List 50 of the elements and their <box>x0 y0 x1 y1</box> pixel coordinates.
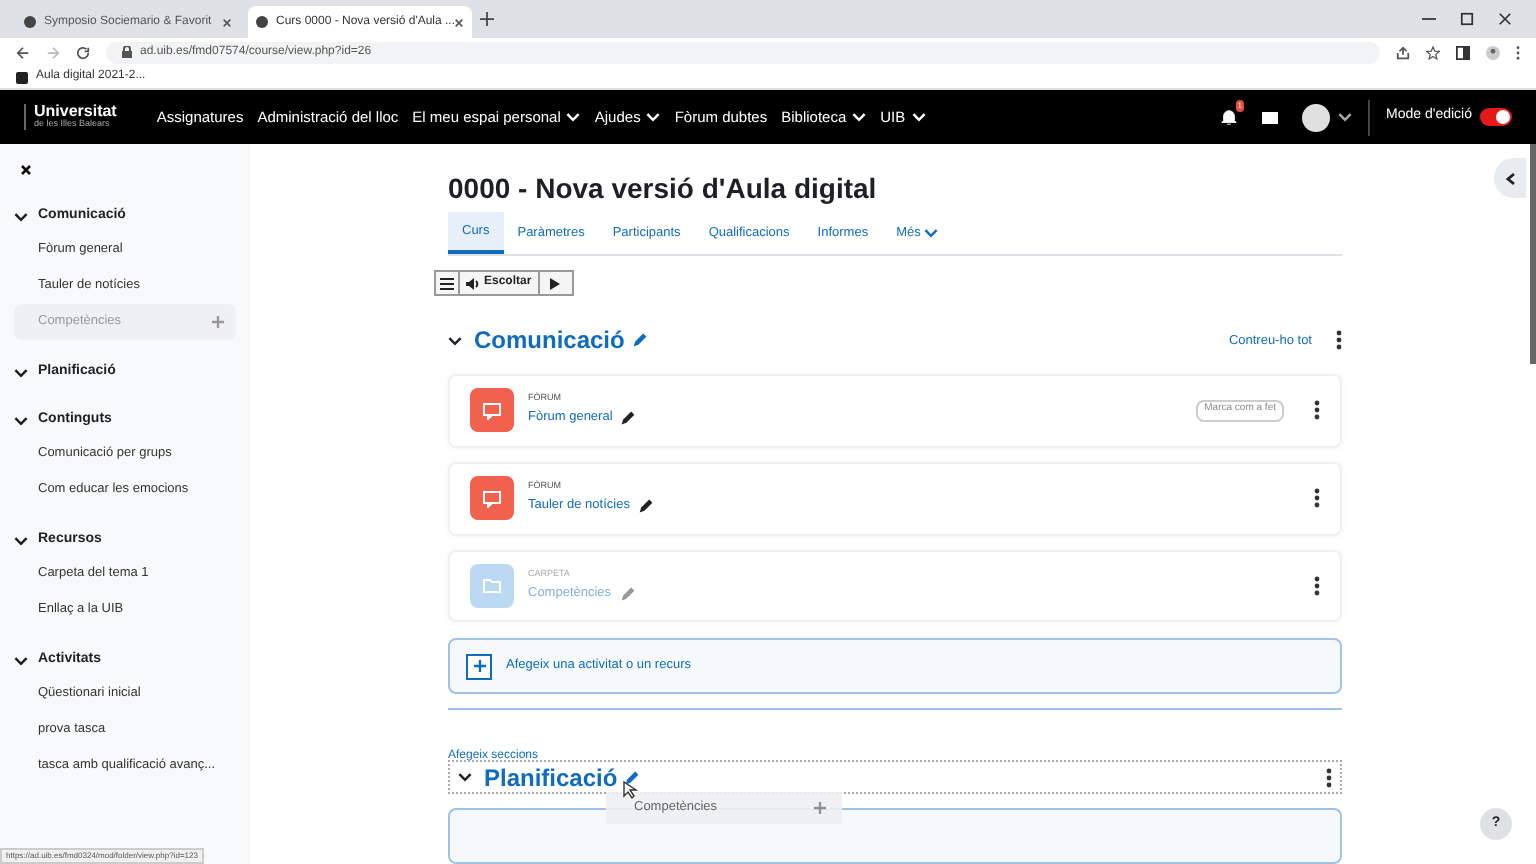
edit-mode-switch[interactable] <box>1480 108 1512 126</box>
caret-icon <box>1338 112 1353 122</box>
folder-icon <box>470 563 514 608</box>
section-toggle[interactable] <box>458 772 472 783</box>
more-icon[interactable] <box>1326 767 1332 788</box>
section-title[interactable]: Planificació <box>484 759 618 796</box>
caret-icon <box>14 367 28 377</box>
minimize-icon[interactable] <box>1422 12 1436 26</box>
drag-cursor-icon <box>622 780 638 801</box>
caret-icon <box>14 535 28 545</box>
caret-icon <box>14 415 28 425</box>
drawer-toggle-button[interactable] <box>1494 158 1526 198</box>
side-panel-icon[interactable] <box>1456 45 1470 59</box>
close-icon[interactable] <box>20 164 32 176</box>
more-icon[interactable] <box>1314 575 1320 596</box>
pencil-icon[interactable] <box>637 497 654 514</box>
bookmark-icon <box>16 71 28 83</box>
avatar[interactable] <box>1302 103 1331 131</box>
plus-icon <box>814 802 826 815</box>
maximize-icon[interactable] <box>1460 12 1474 26</box>
speaker-icon <box>466 277 480 290</box>
share-icon[interactable] <box>1396 45 1410 59</box>
menu-icon[interactable] <box>436 272 460 295</box>
site-icon <box>24 16 36 28</box>
forum-icon <box>470 476 514 521</box>
close-icon[interactable] <box>454 17 464 27</box>
profile-icon[interactable] <box>1486 45 1500 59</box>
caret-icon <box>458 772 472 783</box>
section-title[interactable]: Comunicació <box>474 322 625 359</box>
star-icon[interactable] <box>1426 45 1440 59</box>
more-icon[interactable] <box>1336 330 1342 351</box>
forum-icon <box>470 388 514 433</box>
reload-icon[interactable] <box>76 45 90 59</box>
caret-icon <box>14 211 28 221</box>
lock-icon <box>122 46 132 58</box>
section-toggle[interactable] <box>448 335 462 346</box>
more-icon[interactable] <box>1314 488 1320 509</box>
plus-icon <box>466 653 492 680</box>
caret-icon <box>14 655 28 665</box>
course-title: 0000 - Nova versió d'Aula digital <box>448 170 879 208</box>
caret-icon <box>448 335 462 346</box>
more-icon[interactable] <box>1314 400 1320 421</box>
site-icon <box>256 16 268 28</box>
message-icon[interactable] <box>1262 111 1279 123</box>
pencil-icon[interactable] <box>620 409 637 426</box>
close-icon[interactable] <box>1498 12 1512 26</box>
new-tab-icon[interactable] <box>480 12 494 26</box>
pencil-icon[interactable] <box>623 769 640 786</box>
chevron-left-icon <box>1505 171 1515 185</box>
back-arrow-icon[interactable] <box>16 45 30 59</box>
